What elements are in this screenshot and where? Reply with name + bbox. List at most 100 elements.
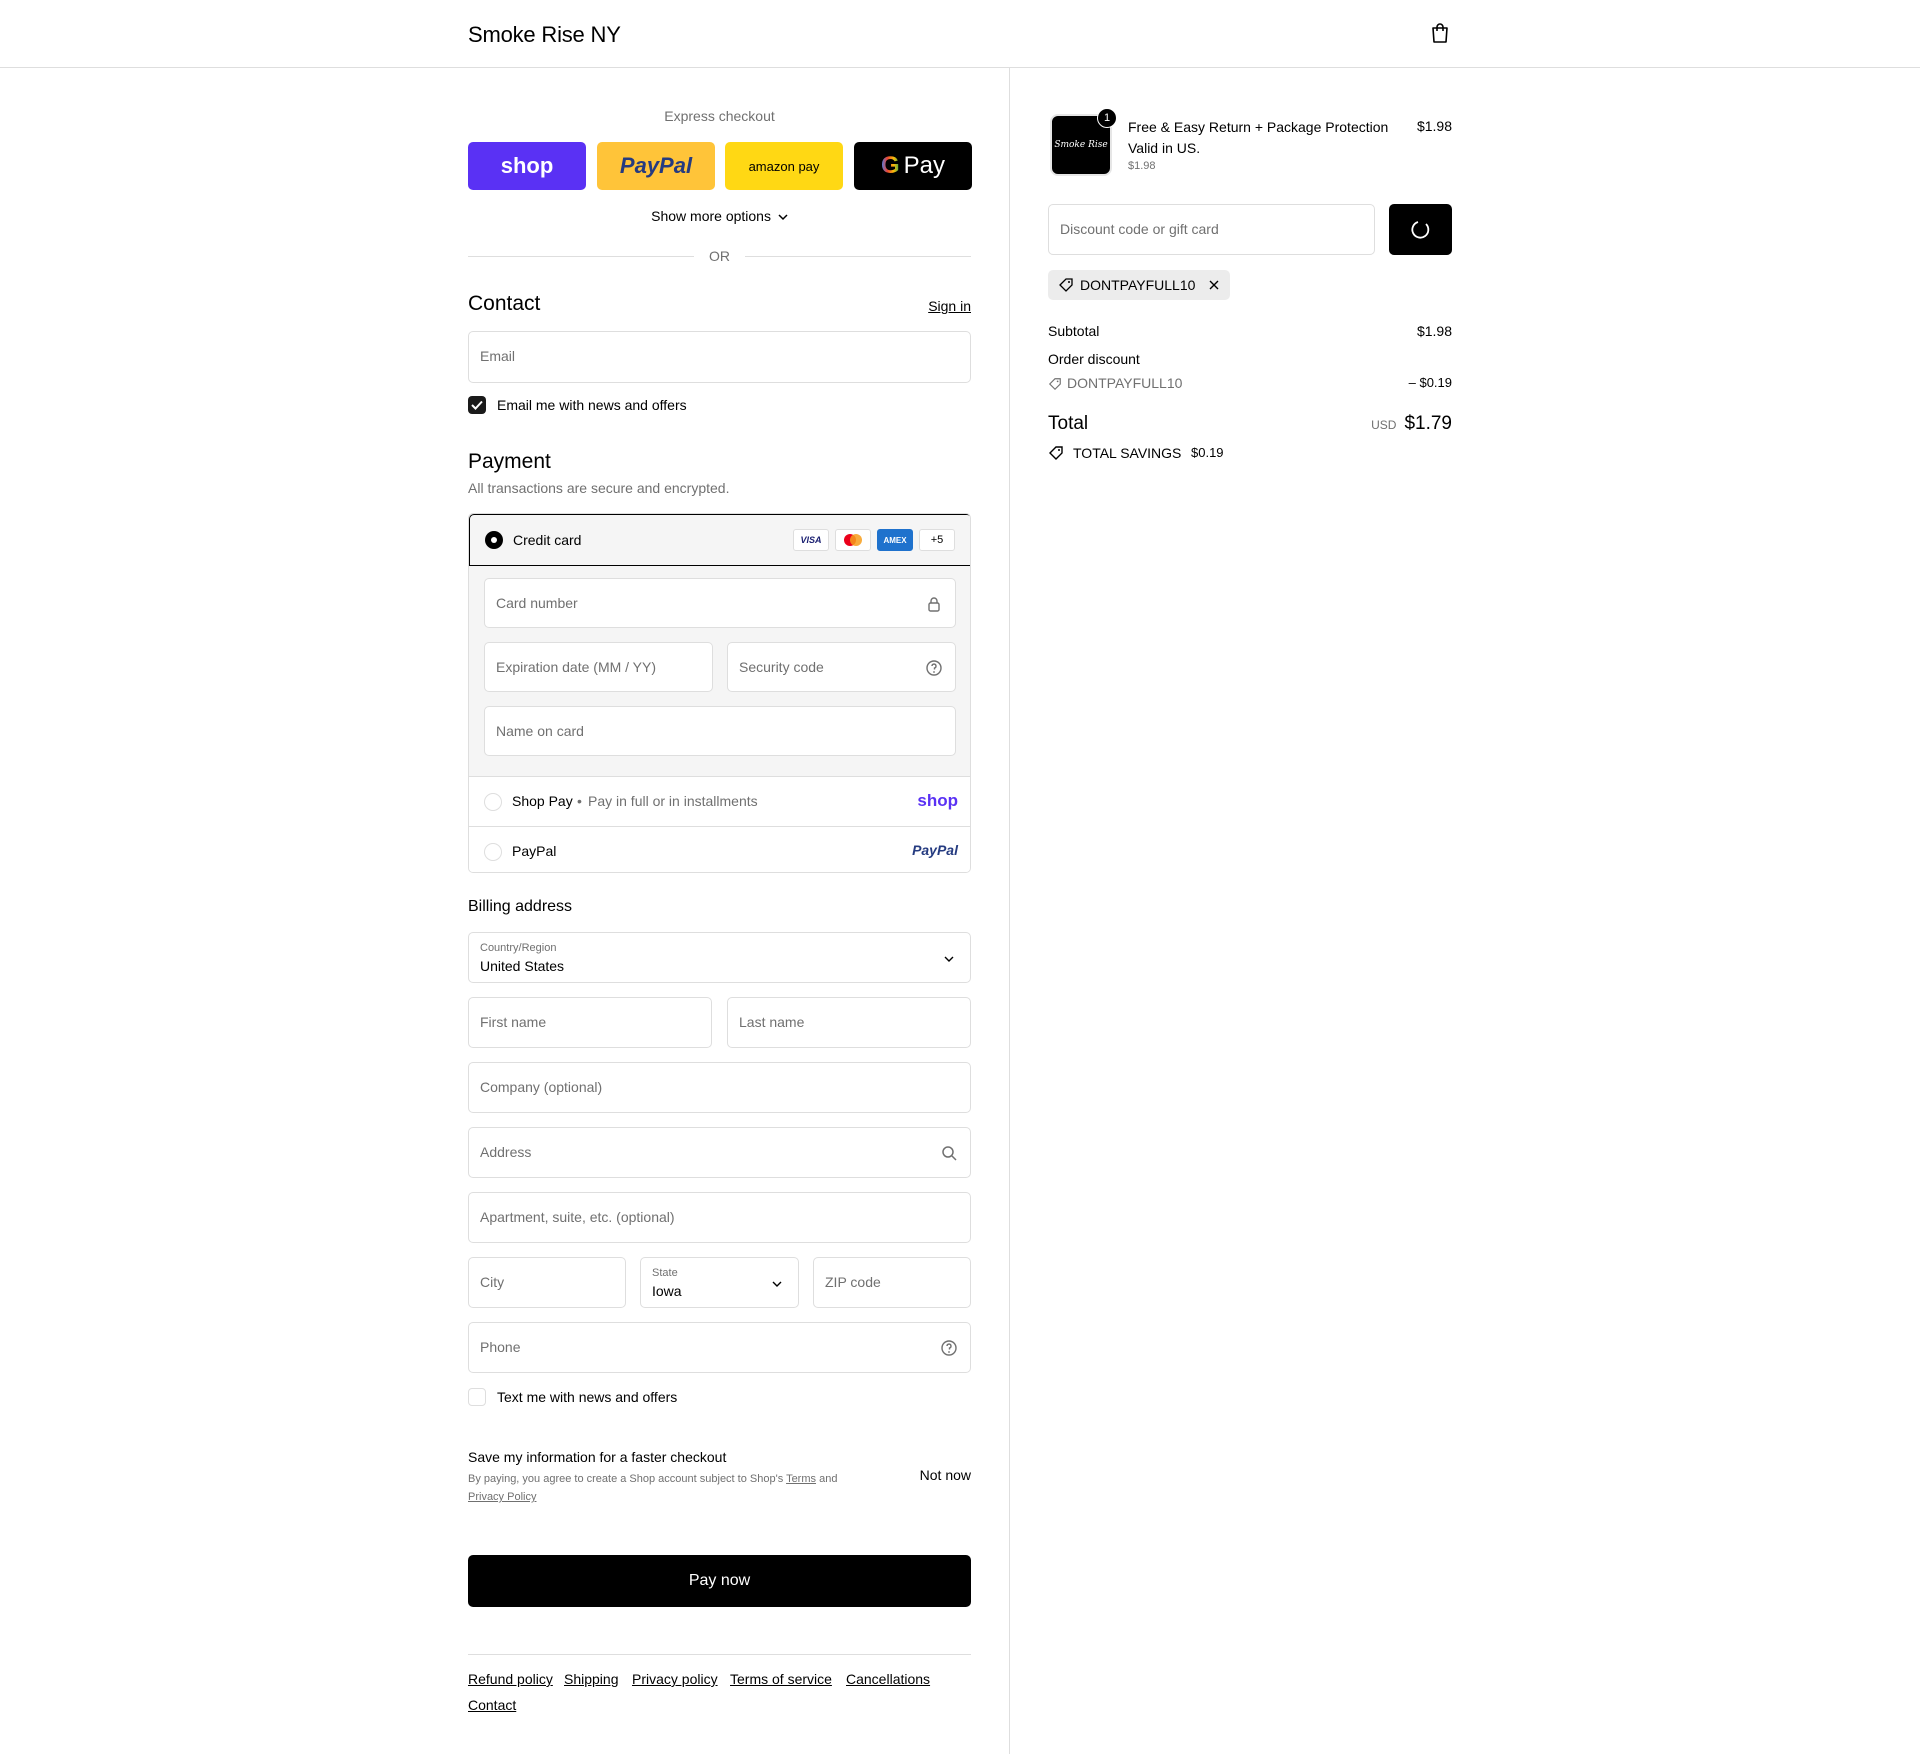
security-code-field[interactable]: Security code: [727, 642, 956, 692]
discount-placeholder: Discount code or gift card: [1060, 221, 1219, 237]
visa-icon: VISA: [793, 529, 829, 551]
shipping-link[interactable]: Shipping: [564, 1671, 619, 1687]
company-field[interactable]: Company (optional): [468, 1062, 971, 1113]
credit-card-option[interactable]: Credit card VISA AMEX +5: [469, 514, 970, 566]
country-label: Country/Region: [480, 942, 557, 954]
pay-now-button[interactable]: Pay now: [468, 1555, 971, 1607]
amazon-pay-logo-text: amazon pay: [748, 158, 820, 174]
product-name-line1: Free & Easy Return + Package Protection: [1128, 119, 1389, 135]
paypal-radio[interactable]: [484, 843, 502, 861]
phone-placeholder: Phone: [480, 1339, 521, 1355]
apply-discount-button[interactable]: [1389, 204, 1452, 255]
not-now-button[interactable]: Not now: [920, 1467, 971, 1483]
or-divider: OR: [468, 246, 971, 266]
show-more-options-link[interactable]: Show more options: [468, 208, 971, 224]
card-number-field[interactable]: Card number: [484, 578, 956, 628]
close-icon[interactable]: [1208, 279, 1220, 291]
show-more-label: Show more options: [651, 208, 771, 224]
privacy-policy-footer-link[interactable]: Privacy policy: [632, 1671, 718, 1687]
refund-policy-link[interactable]: Refund policy: [468, 1671, 553, 1687]
total-amount: USD $1.79: [1371, 413, 1452, 435]
and-text: and: [819, 1473, 838, 1485]
order-discount-value: – $0.19: [1408, 375, 1452, 390]
order-summary-pane: [1009, 68, 1920, 1754]
terms-link[interactable]: Terms: [786, 1473, 816, 1485]
state-select[interactable]: State Iowa: [640, 1257, 799, 1308]
apartment-placeholder: Apartment, suite, etc. (optional): [480, 1209, 675, 1225]
billing-heading: Billing address: [468, 898, 573, 915]
store-name[interactable]: Smoke Rise NY: [468, 22, 621, 48]
expiration-placeholder: Expiration date (MM / YY): [496, 659, 657, 675]
security-code-placeholder: Security code: [739, 659, 824, 675]
search-icon: [942, 1146, 957, 1161]
order-discount-label: Order discount: [1048, 351, 1140, 367]
help-icon[interactable]: [940, 1339, 958, 1357]
last-name-field[interactable]: Last name: [727, 997, 971, 1048]
paypal-express-button[interactable]: PayPal: [597, 142, 715, 190]
express-checkout-label: Express checkout: [664, 108, 775, 124]
contact-heading: Contact: [468, 292, 541, 315]
google-g-icon: G: [880, 152, 900, 179]
city-field[interactable]: City: [468, 1257, 626, 1308]
sign-in-link[interactable]: Sign in: [928, 298, 971, 314]
apartment-field[interactable]: Apartment, suite, etc. (optional): [468, 1192, 971, 1243]
mastercard-icon: [835, 529, 871, 551]
shopping-bag-icon[interactable]: [1430, 22, 1450, 44]
zip-field[interactable]: ZIP code: [813, 1257, 971, 1308]
name-on-card-field[interactable]: Name on card: [484, 706, 956, 756]
credit-card-panel: Card number Expiration date (MM / YY) Se…: [469, 566, 970, 776]
newsletter-label: Email me with news and offers: [497, 397, 687, 413]
savings-tag-icon: [1049, 446, 1063, 460]
phone-field[interactable]: Phone: [468, 1322, 971, 1373]
company-placeholder: Company (optional): [480, 1079, 603, 1095]
country-select[interactable]: Country/Region United States: [468, 932, 971, 983]
subtotal-value: $1.98: [1416, 323, 1452, 339]
address-field[interactable]: Address: [468, 1127, 971, 1178]
email-placeholder: Email: [480, 348, 516, 364]
total-value: $1.79: [1404, 413, 1452, 434]
help-icon[interactable]: [925, 659, 943, 677]
discount-code-field[interactable]: Discount code or gift card: [1048, 204, 1375, 255]
applied-code: DONTPAYFULL10: [1080, 277, 1196, 293]
order-discount-code: DONTPAYFULL10: [1067, 375, 1183, 391]
payment-heading: Payment: [468, 450, 551, 473]
state-value: Iowa: [652, 1283, 682, 1299]
save-info-title: Save my information for a faster checkou…: [468, 1449, 727, 1465]
subtotal-label: Subtotal: [1048, 323, 1100, 339]
checkmark-icon: [471, 400, 483, 410]
first-name-field[interactable]: First name: [468, 997, 712, 1048]
footer-divider: [468, 1654, 971, 1655]
product-unit-price: $1.98: [1128, 160, 1156, 172]
amazon-pay-button[interactable]: amazon pay: [725, 142, 843, 190]
google-pay-label: Pay: [903, 152, 946, 179]
credit-card-radio[interactable]: [485, 531, 503, 549]
paypal-logo-text: PayPal: [619, 153, 693, 178]
sms-checkbox[interactable]: [468, 1388, 486, 1406]
city-placeholder: City: [480, 1274, 505, 1290]
paypal-logo: PayPal: [912, 842, 958, 858]
zip-placeholder: ZIP code: [825, 1274, 881, 1290]
chevron-down-icon: [778, 214, 788, 221]
google-pay-button[interactable]: G Pay: [854, 142, 972, 190]
terms-of-service-link[interactable]: Terms of service: [730, 1671, 832, 1687]
expiration-date-field[interactable]: Expiration date (MM / YY): [484, 642, 713, 692]
paypal-label: PayPal: [512, 843, 557, 859]
cancellations-link[interactable]: Cancellations: [846, 1671, 930, 1687]
privacy-policy-link[interactable]: Privacy Policy: [468, 1491, 536, 1503]
shop-pay-logo: shop: [917, 791, 958, 810]
shop-pay-radio[interactable]: [484, 793, 502, 811]
payment-methods: Credit card VISA AMEX +5 Card number Exp…: [468, 513, 971, 873]
shop-pay-express-button[interactable]: shop: [468, 142, 586, 190]
thumb-logo-text: Smoke Rise: [1054, 140, 1108, 150]
save-info-terms: By paying, you agree to create a Shop ac…: [468, 1470, 888, 1506]
tag-icon: [1048, 378, 1061, 391]
shop-pay-option[interactable]: Shop Pay • Pay in full or in installment…: [469, 776, 970, 826]
address-placeholder: Address: [480, 1144, 532, 1160]
total-savings-label: TOTAL SAVINGS: [1073, 445, 1182, 461]
chevron-down-icon: [944, 956, 954, 962]
sms-label: Text me with news and offers: [497, 1389, 678, 1405]
newsletter-checkbox[interactable]: [468, 396, 486, 414]
paypal-option[interactable]: PayPal PayPal: [469, 826, 970, 872]
email-field[interactable]: Email: [468, 331, 971, 383]
contact-link[interactable]: Contact: [468, 1697, 516, 1713]
